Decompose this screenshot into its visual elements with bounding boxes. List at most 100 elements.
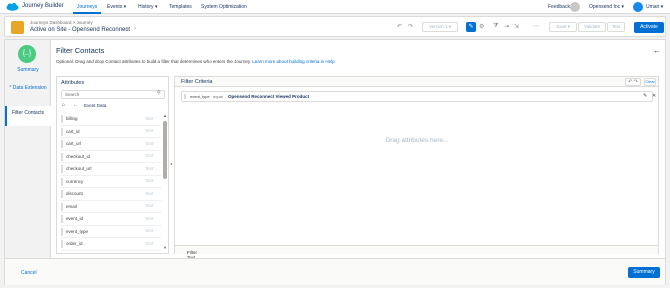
attribute-type: TEXT (145, 166, 154, 171)
pencil-icon[interactable]: ✎ (643, 93, 647, 99)
more-icon[interactable]: ⋯ (533, 23, 539, 30)
attribute-row[interactable]: checkout_id TEXT (61, 151, 161, 163)
scroll-up-icon[interactable]: ▲ (163, 113, 167, 118)
attribute-type: TEXT (145, 141, 154, 146)
attribute-row[interactable]: event_id TEXT (61, 213, 161, 226)
nav-history[interactable]: History ▾ (138, 4, 157, 10)
summary-button[interactable]: Summary (628, 267, 660, 278)
nav-system-optimization[interactable]: System Optimization (201, 4, 247, 10)
home-icon[interactable]: ⌂ (62, 102, 65, 108)
attribute-row[interactable]: discount TEXT (61, 188, 161, 201)
attribute-list: billing TEXT cart_id TEXT cart_url TEXT che… (61, 113, 161, 251)
back-arrow-icon[interactable]: ← (653, 46, 661, 55)
version-select[interactable]: Version 1 ▾ (422, 22, 458, 32)
filter-contacts-modal: {..} Summary * Data Extension Filter Con… (4, 39, 666, 285)
activate-button[interactable]: Activate (634, 22, 664, 33)
attribute-row[interactable]: email TEXT (61, 201, 161, 213)
attribute-row[interactable]: cart_url TEXT (61, 138, 161, 151)
chevron-right-icon[interactable]: › (134, 26, 136, 32)
filter-icon[interactable]: ⧩ (493, 23, 498, 30)
attribute-name: checkout_url (66, 166, 92, 171)
attribute-row[interactable]: billing TEXT (61, 113, 161, 126)
clear-button[interactable]: Clear (644, 78, 656, 86)
summary-step-icon[interactable]: {..} (18, 45, 36, 63)
panel-collapse-icon[interactable]: ◂ (170, 161, 172, 166)
breadcrumb[interactable]: Journeys Dashboard > Journey (30, 20, 93, 25)
attribute-row[interactable]: cart_id TEXT (61, 126, 161, 138)
drag-handle[interactable] (61, 227, 63, 236)
attribute-type: TEXT (145, 129, 154, 133)
attribute-name: email (66, 203, 77, 209)
exit-icon[interactable]: ⇲ (514, 23, 519, 30)
step-summary[interactable]: Summary (5, 67, 51, 73)
back-icon[interactable]: ← (73, 102, 78, 108)
attribute-name: checkout_id (66, 153, 91, 159)
redo-icon[interactable]: ↷ (634, 79, 638, 85)
attribute-path: ⌂ ← Event Data (61, 102, 165, 110)
drag-handle[interactable] (61, 202, 63, 211)
scroll-down-icon[interactable]: ▼ (163, 245, 167, 250)
edit-title-icon[interactable]: ✎ (126, 27, 130, 33)
validate-button[interactable]: Validate (578, 22, 606, 32)
undo-icon[interactable]: ↶ (397, 23, 402, 30)
cancel-button[interactable]: Cancel (21, 270, 37, 276)
step-filter-contacts[interactable]: Filter Contacts (5, 110, 51, 116)
attribute-name: cart_url (66, 141, 82, 146)
attribute-name: discount (66, 191, 83, 196)
drag-handle[interactable] (61, 152, 63, 161)
drag-handle[interactable] (61, 177, 63, 186)
redo-icon[interactable]: ↷ (408, 23, 413, 30)
user-menu[interactable]: Umair ▾ (646, 4, 663, 10)
attribute-search-input[interactable]: Search (61, 90, 165, 99)
nav-templates[interactable]: Templates (169, 4, 192, 10)
filter-criteria-panel: Filter Criteria ↶ ↷ Clear event_type equ… (174, 76, 659, 260)
help-link[interactable]: Learn more about building criteria in He… (252, 59, 334, 64)
undo-icon[interactable]: ↶ (628, 79, 632, 85)
drag-handle[interactable] (61, 115, 63, 123)
condition-operator[interactable]: equal (213, 94, 223, 99)
drag-handle[interactable] (61, 165, 63, 173)
settings-icon[interactable]: ⚙ (479, 23, 484, 30)
attribute-type: TEXT (145, 216, 154, 221)
feedback-link[interactable]: Feedback (548, 4, 570, 10)
attribute-scrollbar[interactable]: ▲ ▼ (163, 113, 167, 251)
condition-value: Opensend Reconnect Viewed Product (228, 93, 310, 99)
drag-handle[interactable] (61, 127, 63, 136)
attribute-type: TEXT (145, 179, 154, 183)
drag-handle[interactable] (61, 140, 63, 148)
panel-description: Optional. Drag and drop Contact attribut… (56, 59, 335, 64)
attribute-name: event_type (66, 228, 89, 234)
attribute-row[interactable]: checkout_url TEXT (61, 163, 161, 176)
drag-handle[interactable] (61, 215, 63, 223)
filter-condition[interactable]: event_type equal Opensend Reconnect View… (181, 91, 656, 102)
close-icon[interactable]: ✕ (652, 93, 656, 99)
attribute-type: TEXT (145, 204, 154, 208)
nav-journeys[interactable]: Journeys (77, 4, 97, 10)
attribute-row[interactable]: event_type TEXT (61, 226, 161, 238)
drop-zone[interactable]: Drag attributes here... (181, 105, 653, 237)
nav-events[interactable]: Events ▾ (107, 4, 126, 10)
drag-handle[interactable] (61, 240, 63, 248)
pencil-icon[interactable]: ✎ (466, 22, 476, 32)
criteria-undo-redo[interactable]: ↶ ↷ (625, 78, 641, 86)
global-nav: Journey Builder Journeys Events ▾ Histor… (0, 0, 670, 14)
expand-icon[interactable]: ⇥ (504, 23, 509, 30)
panel-title: Filter Contacts (56, 46, 105, 55)
drop-zone-hint: Drag attributes here... (385, 137, 449, 144)
drag-handle[interactable] (184, 94, 186, 99)
step-data-extension[interactable]: * Data Extension (5, 85, 51, 91)
org-switcher[interactable]: Opensend Inc ▾ (589, 4, 624, 10)
scroll-thumb[interactable] (163, 121, 167, 179)
test-button[interactable]: Test (607, 22, 625, 32)
save-label: Save (556, 24, 567, 29)
user-avatar[interactable] (633, 2, 643, 12)
drag-handle[interactable] (61, 190, 63, 198)
filter-text-toggle[interactable]: › Filter Text (175, 245, 658, 260)
attribute-row[interactable]: order_id TEXT (61, 238, 161, 251)
app-name: Journey Builder (22, 3, 64, 9)
attribute-row[interactable]: currency TEXT (61, 176, 161, 188)
save-button[interactable]: Save ▾ (549, 22, 577, 32)
validate-label: Validate (584, 24, 600, 29)
criteria-title: Filter Criteria (181, 79, 213, 85)
attribute-type: TEXT (145, 191, 154, 196)
